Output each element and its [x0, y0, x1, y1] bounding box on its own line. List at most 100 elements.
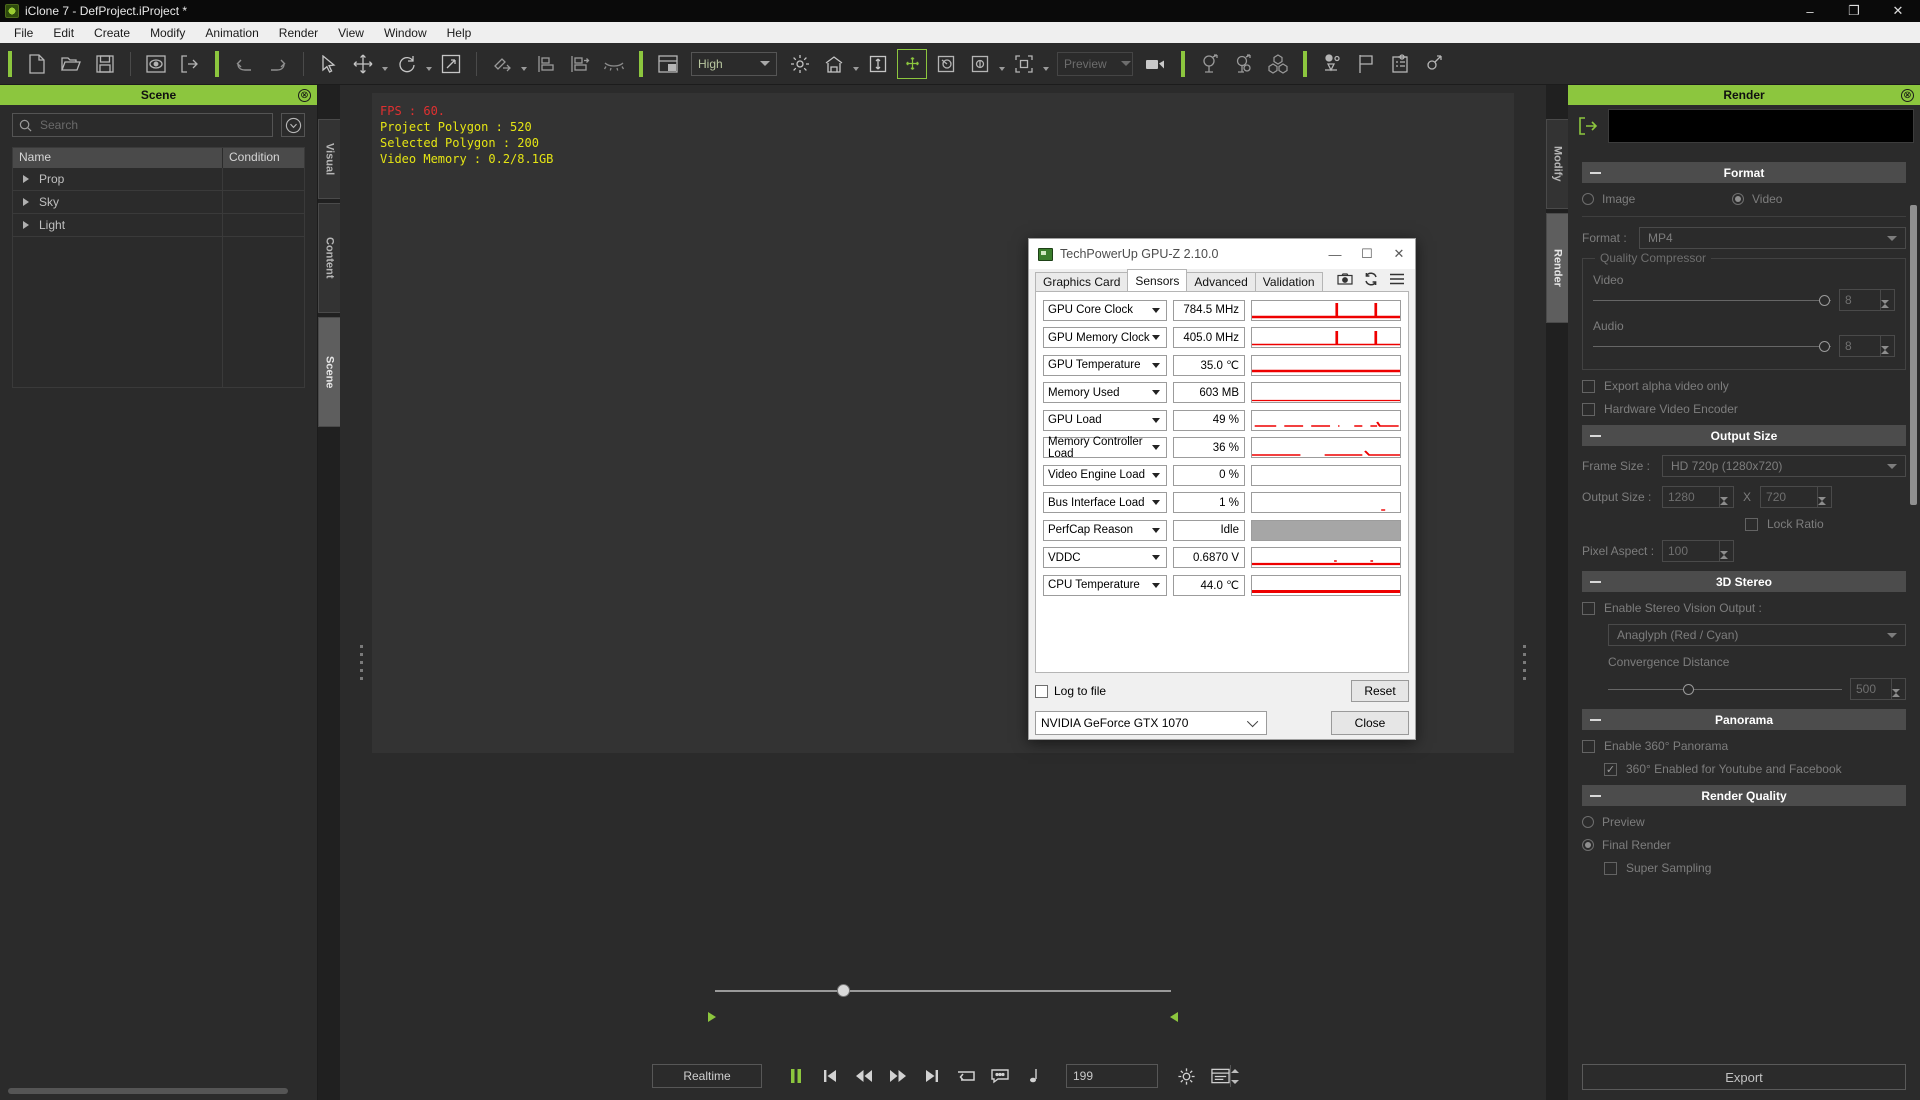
hardware-encoder-row[interactable]: Hardware Video Encoder [1582, 402, 1906, 416]
sensor-row[interactable]: Memory Controller Load 36 % [1043, 436, 1401, 460]
skip-to-end-icon[interactable] [918, 1062, 946, 1090]
enable-panorama-row[interactable]: Enable 360° Panorama [1582, 739, 1906, 753]
sidebar-item-scene[interactable]: Scene [318, 317, 340, 427]
sidebar-item-render[interactable]: Render [1546, 213, 1568, 323]
preview-dropdown[interactable]: Preview [1057, 51, 1133, 76]
render-panel-scrollbar[interactable] [1910, 205, 1917, 505]
sensor-name[interactable]: GPU Temperature [1043, 354, 1167, 376]
viewport-resize-handle-right[interactable] [1523, 645, 1526, 685]
actor-eye-icon[interactable] [1229, 49, 1259, 79]
section-header-3d-stereo[interactable]: 3D Stereo [1582, 571, 1906, 592]
tree-row-name-cell[interactable]: Light [13, 214, 223, 236]
audio-quality-stepper[interactable] [1881, 335, 1895, 357]
sidebar-item-content[interactable]: Content [318, 203, 340, 313]
tab-graphics-card[interactable]: Graphics Card [1035, 272, 1129, 291]
timeline-icon[interactable] [1206, 1062, 1234, 1090]
output-height-input[interactable]: 720 [1760, 486, 1819, 508]
final-render-row[interactable]: Final Render [1582, 838, 1906, 852]
scrollbar-thumb[interactable] [8, 1088, 288, 1094]
timeline-range-start-marker[interactable] [708, 1012, 716, 1022]
tab-sensors[interactable]: Sensors [1127, 269, 1188, 291]
skip-to-start-icon[interactable] [816, 1062, 844, 1090]
sensor-name[interactable]: PerfCap Reason [1043, 519, 1167, 541]
slider-knob[interactable] [1819, 294, 1830, 306]
export-alpha-row[interactable]: Export alpha video only [1582, 379, 1906, 393]
collapse-icon[interactable] [1590, 794, 1601, 797]
plugin-icon[interactable] [1419, 49, 1449, 79]
loop-icon[interactable] [952, 1062, 980, 1090]
new-file-icon[interactable] [22, 49, 52, 79]
move-tool-dropdown[interactable] [380, 49, 390, 79]
format-dropdown[interactable]: MP4 [1639, 227, 1906, 249]
preview-quality-row[interactable]: Preview [1582, 815, 1906, 829]
sensor-row[interactable]: CPU Temperature 44.0 ℃ [1043, 573, 1401, 597]
open-folder-icon[interactable] [56, 49, 86, 79]
gpuz-maximize-button[interactable]: ☐ [1351, 239, 1383, 269]
lock-ratio-row[interactable]: Lock Ratio [1582, 517, 1906, 531]
export-button[interactable]: Export [1582, 1064, 1906, 1090]
sensor-name[interactable]: CPU Temperature [1043, 574, 1167, 596]
gpu-select-dropdown[interactable]: NVIDIA GeForce GTX 1070 [1035, 711, 1267, 735]
camera-icon[interactable] [1337, 273, 1353, 288]
checkbox-enable-stereo[interactable] [1582, 601, 1595, 615]
select-arrow-icon[interactable] [314, 49, 344, 79]
timeline-range-end-marker[interactable] [1170, 1012, 1178, 1022]
tab-validation[interactable]: Validation [1254, 272, 1323, 291]
checkbox-export-alpha[interactable] [1582, 379, 1595, 393]
light-icon[interactable] [785, 49, 815, 79]
sensor-row[interactable]: GPU Temperature 35.0 ℃ [1043, 353, 1401, 377]
camera-angle-icon[interactable] [931, 49, 961, 79]
video-camera-icon[interactable] [1141, 49, 1171, 79]
viewport-resize-handle-left[interactable] [360, 645, 363, 685]
scale-tool-icon[interactable] [436, 49, 466, 79]
frame-all-icon[interactable] [1009, 49, 1039, 79]
pixel-aspect-input[interactable]: 100 [1662, 540, 1720, 562]
render-preview-icon[interactable] [141, 49, 171, 79]
quality-dropdown[interactable]: High [691, 51, 777, 76]
fast-forward-icon[interactable] [884, 1062, 912, 1090]
section-header-output-size[interactable]: Output Size [1582, 425, 1906, 446]
stereo-mode-dropdown[interactable]: Anaglyph (Red / Cyan) [1608, 624, 1906, 646]
table-row[interactable]: Light [13, 214, 304, 237]
audio-quality-value[interactable]: 8 [1839, 335, 1881, 357]
rotate-tool-dropdown[interactable] [424, 49, 434, 79]
filter-button[interactable] [281, 113, 305, 137]
viewport-layout-icon[interactable] [653, 49, 683, 79]
checklist-icon[interactable] [1385, 49, 1415, 79]
render-mode-icon[interactable] [965, 49, 995, 79]
timeline-track[interactable] [715, 990, 1171, 992]
section-header-format[interactable]: Format [1582, 162, 1906, 183]
sensor-name[interactable]: Memory Controller Load [1043, 436, 1167, 460]
realtime-button[interactable]: Realtime [652, 1064, 762, 1088]
menu-render[interactable]: Render [269, 23, 328, 43]
timeline-slider-area[interactable] [340, 932, 1546, 1052]
table-row[interactable]: Prop [13, 168, 304, 191]
sensor-row[interactable]: GPU Core Clock 784.5 MHz [1043, 298, 1401, 322]
super-sampling-row[interactable]: Super Sampling [1582, 861, 1906, 875]
close-button[interactable]: ✕ [1876, 0, 1920, 22]
flag-icon[interactable] [1351, 49, 1381, 79]
frame-all-dropdown[interactable] [1041, 49, 1051, 79]
gpuz-minimize-button[interactable]: — [1319, 239, 1351, 269]
sensor-name[interactable]: Bus Interface Load [1043, 492, 1167, 513]
radio-final-render[interactable] [1582, 839, 1594, 851]
audio-quality-slider[interactable] [1593, 338, 1831, 354]
menu-view[interactable]: View [328, 23, 374, 43]
section-header-render-quality[interactable]: Render Quality [1582, 785, 1906, 806]
checkbox-log-to-file[interactable] [1035, 684, 1048, 698]
gpuz-close-button[interactable]: ✕ [1383, 239, 1415, 269]
frame-number-field[interactable] [1066, 1064, 1231, 1088]
physics-icon[interactable] [1317, 49, 1347, 79]
menu-icon[interactable] [1389, 273, 1405, 288]
link-icon[interactable] [487, 49, 517, 79]
scene-horizontal-scrollbar[interactable] [0, 1082, 317, 1100]
convergence-stepper[interactable] [1892, 678, 1906, 700]
timeline-playhead[interactable] [837, 984, 850, 997]
youtube-panorama-row[interactable]: ✓ 360° Enabled for Youtube and Facebook [1582, 762, 1906, 776]
move-tool-icon[interactable] [348, 49, 378, 79]
maximize-button[interactable]: ❐ [1832, 0, 1876, 22]
checkbox-lock-ratio[interactable] [1745, 517, 1758, 531]
export-arrow-icon[interactable] [1574, 109, 1604, 143]
collapse-icon[interactable] [1590, 171, 1601, 174]
sensor-row[interactable]: Video Engine Load 0 % [1043, 463, 1401, 487]
